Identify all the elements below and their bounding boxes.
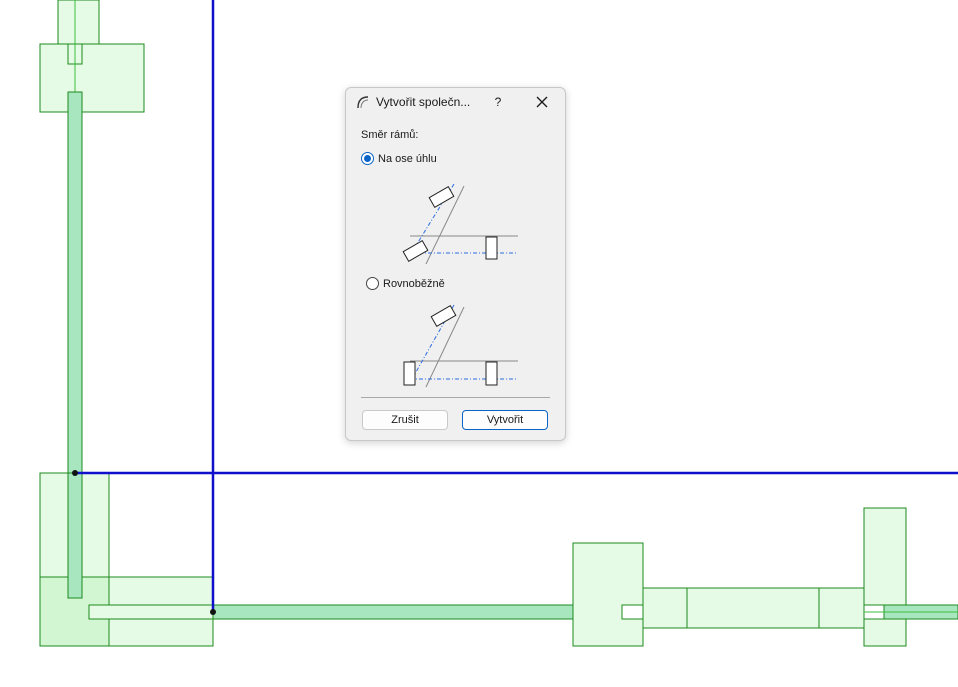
wall-top-stub[interactable] [57,0,100,45]
curve-icon [357,96,369,109]
close-icon[interactable] [532,93,552,111]
wall-gap-left[interactable] [621,604,644,620]
option-bisector[interactable]: Na ose úhlu [361,152,437,165]
dialog-titlebar[interactable]: Vytvořit společn... ? [346,88,565,116]
wall-horizontal[interactable] [212,604,596,620]
wall-vertical-lower[interactable] [67,472,83,599]
column-top-left[interactable] [39,43,145,113]
beam-segment[interactable] [642,587,865,629]
cancel-button[interactable]: Zrušit [362,410,448,430]
column-bottom-middle[interactable] [572,542,644,647]
option-parallel-label: Rovnoběžně [383,277,445,290]
axis-node-bottom[interactable] [210,609,216,615]
bisector-illustration-icon[interactable] [396,180,526,270]
parallel-illustration-icon[interactable] [396,303,526,393]
frame-direction-label: Směr rámů: [361,129,419,141]
footer-separator [361,397,550,398]
option-bisector-label: Na ose úhlu [378,152,437,165]
option-bisector-radio[interactable] [361,152,374,165]
option-parallel-radio[interactable] [366,277,379,290]
create-button[interactable]: Vytvořit [462,410,548,430]
option-parallel[interactable]: Rovnoběžně [366,277,445,290]
dialog-title: Vytvořit společn... [376,95,471,109]
axis-node-top[interactable] [72,470,78,476]
wall-horizontal-left[interactable] [88,604,214,620]
help-button[interactable]: ? [490,93,506,111]
create-dialog: Vytvořit společn... ? Směr rámů: Na ose … [345,87,566,441]
column-bottom-right[interactable] [863,507,907,647]
